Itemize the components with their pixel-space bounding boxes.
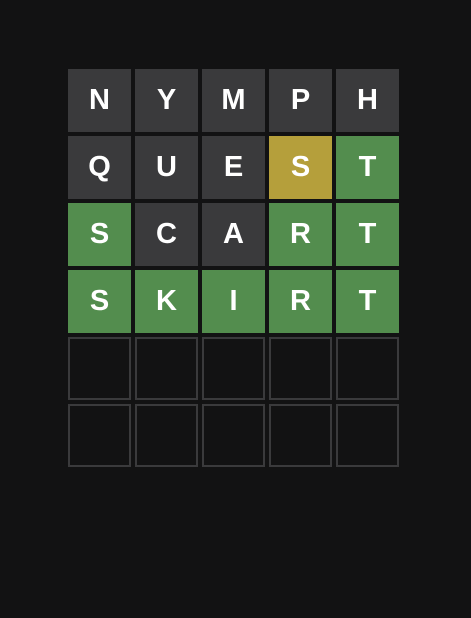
tile-r2-c1: C (135, 203, 198, 266)
tile-r1-c0: Q (68, 136, 131, 199)
tile-r0-c0: N (68, 69, 131, 132)
tile-r2-c2: A (202, 203, 265, 266)
tile-r3-c1: K (135, 270, 198, 333)
tile-r1-c2: E (202, 136, 265, 199)
tile-r4-c3 (269, 337, 332, 400)
tile-r2-c0: S (68, 203, 131, 266)
tile-r3-c4: T (336, 270, 399, 333)
tile-r3-c3: R (269, 270, 332, 333)
tile-r4-c4 (336, 337, 399, 400)
tile-r4-c0 (68, 337, 131, 400)
tile-r0-c2: M (202, 69, 265, 132)
tile-r5-c2 (202, 404, 265, 467)
tile-r3-c0: S (68, 270, 131, 333)
tile-r2-c4: T (336, 203, 399, 266)
tile-r4-c2 (202, 337, 265, 400)
tile-r2-c3: R (269, 203, 332, 266)
tile-r0-c1: Y (135, 69, 198, 132)
tile-r5-c0 (68, 404, 131, 467)
tile-r1-c4: T (336, 136, 399, 199)
tile-r1-c3: S (269, 136, 332, 199)
tile-r5-c3 (269, 404, 332, 467)
tile-r1-c1: U (135, 136, 198, 199)
tile-r4-c1 (135, 337, 198, 400)
tile-r0-c4: H (336, 69, 399, 132)
tile-r0-c3: P (269, 69, 332, 132)
tile-r5-c1 (135, 404, 198, 467)
tile-r3-c2: I (202, 270, 265, 333)
tile-r5-c4 (336, 404, 399, 467)
game-board: N Y M P H Q U E S T S C A R T S K I R T (68, 69, 399, 467)
